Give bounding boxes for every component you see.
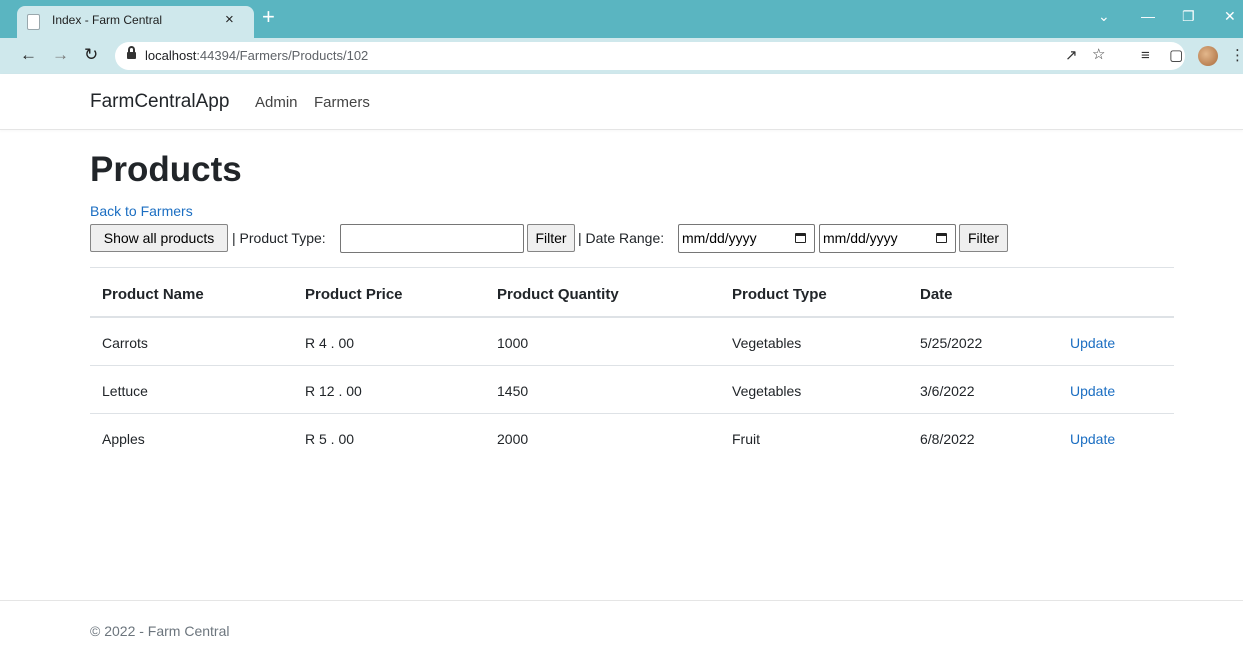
date-to-placeholder: mm/dd/yyyy [823,230,898,246]
table-row: Carrots R 4 . 00 1000 Vegetables 5/25/20… [90,318,1174,366]
column-header: Product Name [102,286,204,303]
lock-icon[interactable] [127,46,136,61]
date-from-placeholder: mm/dd/yyyy [682,230,757,246]
update-link[interactable]: Update [1070,431,1115,447]
date-cell: 6/8/2022 [920,431,975,447]
page-favicon-icon [27,14,40,30]
table-row: Apples R 5 . 00 2000 Fruit 6/8/2022 Upda… [90,414,1174,460]
url-text: localhost:44394/Farmers/Products/102 [145,48,369,63]
product-name-cell: Lettuce [102,383,148,399]
site-footer: © 2022 - Farm Central [0,600,1243,646]
product-price-cell: R 12 . 00 [305,383,362,399]
date-cell: 5/25/2022 [920,335,983,351]
reading-list-icon[interactable]: ≡ [1141,47,1150,65]
column-header: Product Quantity [497,286,619,303]
minimize-icon[interactable]: — [1141,8,1155,24]
table-row: Lettuce R 12 . 00 1450 Vegetables 3/6/20… [90,366,1174,414]
forward-arrow-icon[interactable]: → [52,46,69,64]
table-header-row: Product Name Product Price Product Quant… [90,268,1174,318]
date-from-input[interactable]: mm/dd/yyyy [678,224,815,253]
new-tab-icon[interactable]: + [262,5,275,29]
calendar-icon[interactable] [936,233,947,243]
product-quantity-cell: 2000 [497,431,529,447]
footer-copyright: © 2022 - Farm Central [90,623,230,639]
product-type-cell: Vegetables [732,335,802,351]
close-window-icon[interactable]: ✕ [1224,8,1236,25]
profile-avatar-icon[interactable] [1198,46,1218,66]
tab-close-icon[interactable]: × [225,11,234,28]
browser-tabstrip: Index - Farm Central × + ⌄ — ❐ ✕ [0,0,1243,38]
page-title: Products [90,150,242,189]
browser-tab[interactable]: Index - Farm Central × [17,6,254,38]
column-header: Date [920,286,953,303]
show-all-products-button[interactable]: Show all products [90,224,228,252]
product-type-cell: Vegetables [732,383,802,399]
address-bar[interactable]: localhost:44394/Farmers/Products/102 ↗ ☆ [115,42,1185,70]
date-to-input[interactable]: mm/dd/yyyy [819,224,956,253]
filter-row: Show all products | Product Type: Filter… [90,224,1090,254]
nav-link-farmers[interactable]: Farmers [314,94,370,111]
back-arrow-icon[interactable]: ← [20,46,37,64]
product-price-cell: R 4 . 00 [305,335,355,351]
update-link[interactable]: Update [1070,335,1115,351]
tab-title: Index - Farm Central [52,13,163,27]
more-menu-icon[interactable]: ⋮ [1230,47,1243,65]
product-price-cell: R 5 . 00 [305,431,355,447]
filter-date-button[interactable]: Filter [959,224,1008,252]
product-quantity-cell: 1000 [497,335,529,351]
column-header: Product Type [732,286,827,303]
reload-icon[interactable]: ↻ [84,46,98,64]
product-quantity-cell: 1450 [497,383,529,399]
product-type-input[interactable] [340,224,524,253]
product-name-cell: Apples [102,431,145,447]
products-table: Product Name Product Price Product Quant… [90,267,1174,457]
star-icon[interactable]: ☆ [1092,46,1105,64]
nav-link-admin[interactable]: Admin [255,94,298,111]
update-link[interactable]: Update [1070,383,1115,399]
filter-type-button[interactable]: Filter [527,224,575,252]
back-to-farmers-link[interactable]: Back to Farmers [90,203,193,219]
share-icon[interactable]: ↗ [1065,47,1078,65]
brand-link[interactable]: FarmCentralApp [90,91,229,113]
browser-toolbar: ← → ↻ localhost:44394/Farmers/Products/1… [0,38,1243,74]
product-type-cell: Fruit [732,431,760,447]
site-navbar: FarmCentralApp Admin Farmers [0,74,1243,130]
product-type-label: | Product Type: [232,230,326,246]
date-range-label: | Date Range: [578,230,665,246]
column-header: Product Price [305,286,403,303]
calendar-icon[interactable] [795,233,806,243]
product-name-cell: Carrots [102,335,148,351]
side-panel-icon[interactable]: ▢ [1169,47,1183,65]
restore-icon[interactable]: ❐ [1182,8,1195,25]
tab-search-icon[interactable]: ⌄ [1098,8,1110,25]
date-cell: 3/6/2022 [920,383,975,399]
